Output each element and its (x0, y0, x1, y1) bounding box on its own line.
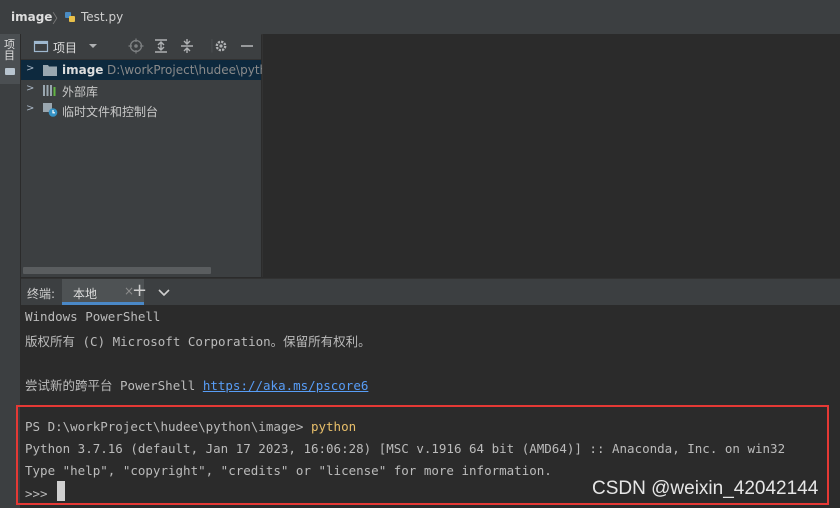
gear-icon[interactable] (213, 38, 229, 54)
scratches-icon (43, 103, 58, 117)
tree-item-path: D:\workProject\hudee\pyth (107, 63, 268, 77)
terminal-tab-bar: 终端: 本地 × + (21, 278, 840, 306)
library-icon (43, 85, 56, 96)
terminal-line: 版权所有 (C) Microsoft Corporation。保留所有权利。 (25, 334, 371, 349)
folder-icon (43, 65, 57, 76)
project-tool-window-button[interactable]: 项目 (0, 34, 20, 84)
project-view-title[interactable]: 项目 (53, 39, 77, 56)
minimize-icon[interactable] (239, 38, 255, 54)
terminal-line: 尝试新的跨平台 PowerShell https://aka.ms/pscore… (25, 375, 368, 394)
tree-item-image[interactable]: > image D:\workProject\hudee\pyth (21, 60, 267, 80)
chevron-down-icon[interactable] (157, 285, 171, 299)
terminal-line: Python 3.7.16 (default, Jan 17 2023, 16:… (25, 441, 786, 456)
terminal-line: Type "help", "copyright", "credits" or "… (25, 463, 552, 478)
terminal-title: 终端: (27, 287, 56, 301)
chevron-right-icon[interactable]: > (26, 103, 34, 114)
horizontal-scrollbar[interactable] (23, 267, 211, 274)
chevron-right-icon[interactable]: > (26, 63, 34, 74)
command-text: python (310, 419, 357, 434)
breadcrumb-project[interactable]: image (11, 10, 52, 24)
watermark: CSDN @weixin_42042144 (592, 478, 819, 499)
locate-icon[interactable] (128, 38, 144, 54)
text-cursor (57, 481, 65, 501)
chevron-right-icon[interactable]: > (26, 83, 34, 94)
tree-item-external-libraries[interactable]: > 外部库 (21, 80, 261, 100)
terminal-text: 尝试新的跨平台 PowerShell (25, 378, 203, 393)
python-file-icon (65, 12, 75, 22)
terminal-line: PS D:\workProject\hudee\python\image> py… (25, 419, 356, 434)
expand-all-icon[interactable] (153, 38, 169, 54)
editor-area[interactable] (262, 34, 840, 277)
tree-item-scratches[interactable]: > 临时文件和控制台 (21, 100, 261, 120)
pscore6-link[interactable]: https://aka.ms/pscore6 (203, 378, 369, 393)
tab-label: 本地 (73, 287, 98, 301)
stripe-label: 项目 (4, 38, 15, 62)
terminal-line: Windows PowerShell (25, 309, 161, 324)
terminal-output[interactable]: Windows PowerShell 版权所有 (C) Microsoft Co… (16, 305, 840, 508)
chevron-down-icon[interactable] (85, 38, 101, 54)
shell-prompt: PS D:\workProject\hudee\python\image> (25, 419, 311, 434)
navigation-bar: image 〉 Test.py (0, 0, 840, 35)
tree-item-name: 临时文件和控制台 (62, 105, 159, 119)
project-toolbar: 项目 | (21, 34, 261, 60)
tree-item-name: 外部库 (62, 85, 99, 99)
collapse-all-icon[interactable] (179, 38, 195, 54)
project-view-icon (33, 40, 49, 53)
repl-prompt: >>> (25, 486, 56, 501)
folder-icon (5, 68, 15, 75)
project-panel: 项目 | > image D:\workProject\hudee\pyth >… (21, 34, 267, 277)
add-tab-button[interactable]: + (132, 280, 147, 301)
breadcrumb-file[interactable]: Test.py (81, 10, 123, 24)
tree-item-name: image (62, 63, 104, 77)
